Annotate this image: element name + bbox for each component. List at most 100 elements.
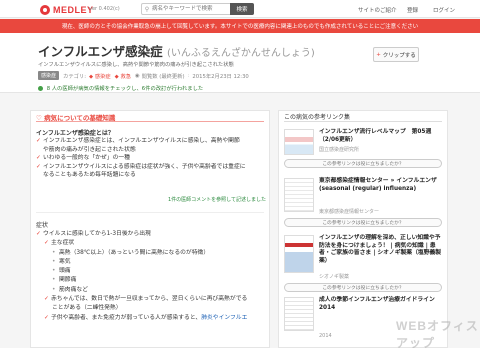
search-button-label: 検索: [236, 7, 248, 13]
link-thumbnail: [284, 297, 314, 331]
main-symptom-label: 主な症状: [51, 240, 75, 247]
symptom-item: 関節痛: [59, 277, 77, 284]
check-icon: ✓: [36, 163, 41, 170]
symptom-item: 頭痛: [59, 268, 71, 275]
notice-banner: 現在、医師の方とその協会作業取急の崩上して回覧しています。本サイトでの医療内容に…: [0, 19, 480, 33]
helpful-button[interactable]: この参考リンクは役に立ちましたか？: [284, 283, 442, 292]
reference-link-item[interactable]: 東京都感染症情報センター » インフルエンザ (seasonal (regula…: [284, 178, 444, 231]
bullet-text: いわゆる一般的な「かぜ」の一種: [43, 155, 130, 161]
list-item: ✓ ウイルスに感染してから1-3日後から出現: [36, 230, 264, 239]
reference-link-source: 2014: [319, 333, 332, 339]
page-title-reading: (いんふるえんざかんせんしょう): [167, 48, 315, 59]
plus-icon: +: [376, 51, 381, 58]
symptom-heading: 症状: [36, 222, 49, 229]
overview-bullets: ✓ インフルエンザ感染症とは、インフルエンザウイルスに感染し、高熱や関節 や筋肉の…: [36, 137, 264, 180]
reference-link-title[interactable]: 成人の季節インフルエンザ治療ガイドライン2014: [319, 297, 443, 312]
symptom-onset-text: ウイルスに感染してから1-3日後から出現: [43, 231, 151, 237]
list-item: • 頭痛: [36, 267, 264, 276]
helpful-button[interactable]: この参考リンクは役に立ちましたか？: [284, 218, 442, 227]
reference-link-source: 東京都感染症情報センター: [319, 209, 380, 215]
reference-links-title: この病気の参考リンク集: [284, 114, 351, 121]
page-subtitle: インフルエンザウイルスに感染し、高熱や関節や筋肉の痛みが引き起こされた状態: [38, 62, 234, 68]
search-input[interactable]: [152, 4, 232, 14]
logo[interactable]: MEDLEY: [40, 4, 94, 15]
doctor-comment-link[interactable]: 1件の医師コメントを参照して記述しました: [168, 196, 266, 203]
meta-views: 閲覧数 (最終更新): [141, 73, 185, 80]
category-label: カテゴリ:: [63, 73, 86, 80]
section-divider: [36, 212, 264, 213]
helpful-button-label: この参考リンクは役に立ちましたか？: [322, 286, 404, 291]
page-meta: 感染症 カテゴリ: ◆ 感染症 ◆ 救急 ◉ 閲覧数 (最終更新) : 2015…: [38, 71, 249, 80]
section-divider: [284, 121, 442, 122]
page-title: インフルエンザ感染症 (いんふるえんざかんせんしょう): [38, 41, 315, 60]
list-item: • 関節痛: [36, 276, 264, 285]
nav-login[interactable]: ログイン: [433, 6, 455, 14]
list-item: ✓ 子供や高齢者、また免疫力が弱っている人が感染すると、肺炎やインフルエ: [36, 314, 264, 323]
elder-symptom-text: 子供や高齢者、また免疫力が弱っている人が感染すると、: [51, 314, 202, 321]
helpful-button-label: この参考リンクは役に立ちましたか？: [322, 221, 404, 226]
bullet-icon: •: [52, 249, 56, 256]
search-icon: ⚲: [144, 5, 150, 13]
complication-link[interactable]: 肺炎やインフルエ: [201, 315, 247, 321]
helpful-button-label: この参考リンクは役に立ちましたか？: [322, 162, 404, 167]
reference-link-item[interactable]: インフルエンザ流行レベルマップ 第05週（2/06更新） 国立感染症研究所 この…: [284, 129, 444, 173]
reference-link-item[interactable]: インフルエンザの理解を深め、正しい知識や予防法を身につけましょう！ | 病気の知…: [284, 235, 444, 293]
clip-button[interactable]: + クリップする: [373, 47, 419, 62]
clip-button-label: クリップする: [382, 52, 416, 59]
check-icon: ✓: [36, 155, 41, 161]
list-item: ✓ いわゆる一般的な「かぜ」の一種: [36, 154, 264, 163]
meta-date: 2015年2月23日 12:30: [192, 73, 249, 80]
logo-text: MEDLEY: [53, 4, 94, 15]
section-divider: [36, 121, 264, 122]
list-item-cont: ことがある（二峰性発熱）: [52, 305, 122, 312]
check-icon: ✓: [44, 314, 49, 321]
bullet-icon: •: [52, 277, 56, 284]
reference-link-title[interactable]: インフルエンザの理解を深め、正しい知識や予防法を身につけましょう！ | 病気の知…: [319, 235, 443, 265]
symptom-item: 高熱（38℃以上）（あっという間に高熱になるのが特徴）: [59, 249, 210, 256]
medley-logo-icon: [40, 4, 50, 15]
list-item: ✓ インフルエンザウイルスによる感染症は症状が強く、子供や高齢者では重症に: [36, 163, 264, 172]
child-symptom-text: 赤ちゃんでは、数日で熱が一旦収まってから、翌日くらいに再び高熱がでる: [51, 296, 248, 303]
list-item: • 筋肉痛など: [36, 286, 264, 295]
list-item: • 高熱（38℃以上）（あっという間に高熱になるのが特徴）: [36, 249, 264, 258]
category-infection-label: 感染症: [94, 73, 111, 80]
watermark: WEBオフィスアップ: [396, 319, 479, 348]
category-link-infection[interactable]: ◆ 感染症: [89, 72, 111, 80]
bullet-text: インフルエンザウイルスによる感染症は症状が強く、子供や高齢者では重症に: [43, 163, 246, 170]
reference-link-title[interactable]: 東京都感染症情報センター » インフルエンザ (seasonal (regula…: [319, 178, 443, 193]
category-emergency-label: 救急: [120, 73, 132, 80]
category-link-emergency[interactable]: ◆ 救急: [115, 72, 131, 80]
doctor-check-text: 8 人の医師が病気の情報をチェックし、6件の改訂が行われました: [46, 86, 204, 92]
list-item: ✓ 赤ちゃんでは、数日で熱が一旦収まってから、翌日くらいに再び高熱がでる: [36, 295, 264, 304]
disease-tag[interactable]: 感染症: [38, 71, 60, 80]
list-item: • 寒気: [36, 258, 264, 267]
list-item: ✓ 主な症状: [36, 239, 264, 248]
tag-icon: ◆: [114, 73, 119, 80]
page-title-text: インフルエンザ感染症: [38, 44, 163, 59]
reference-link-source: シオノギ製薬: [319, 274, 350, 280]
link-thumbnail: [284, 129, 314, 155]
link-thumbnail: [284, 235, 314, 273]
list-item-cont: や筋肉の痛みが引き起こされた状態: [43, 146, 136, 153]
tag-icon: ◆: [89, 73, 94, 80]
search-box[interactable]: ⚲ 検索: [141, 3, 254, 15]
doctor-check-notice: 8 人の医師が病気の情報をチェックし、6件の改訂が行われました: [38, 84, 203, 92]
check-icon: ✓: [36, 138, 41, 144]
meta-separator: :: [187, 72, 190, 79]
bullet-icon: •: [52, 268, 56, 275]
check-icon: [38, 85, 43, 91]
nav-about[interactable]: サイトのご紹介: [358, 6, 397, 14]
reference-link-title[interactable]: インフルエンザ流行レベルマップ 第05週（2/06更新）: [319, 129, 443, 144]
version-label: ver 0.402(c): [89, 6, 120, 12]
symptom-item: 寒気: [59, 258, 71, 265]
eye-icon: ◉: [135, 72, 140, 79]
check-icon: ✓: [44, 296, 49, 303]
list-item-cont: なることもあるため毎年話題になる: [43, 172, 136, 178]
search-button[interactable]: 検索: [230, 3, 254, 15]
site-header: MEDLEY ver 0.402(c) ⚲ 検索 サイトのご紹介 登録 ログイン: [0, 0, 480, 18]
symptom-list: ✓ ウイルスに感染してから1-3日後から出現 ✓ 主な症状 • 高熱（38℃以上）（あ…: [36, 230, 264, 323]
helpful-button[interactable]: この参考リンクは役に立ちましたか？: [284, 159, 442, 168]
check-icon: ✓: [44, 240, 49, 247]
nav-register[interactable]: 登録: [407, 6, 418, 14]
check-icon: ✓: [36, 231, 41, 237]
